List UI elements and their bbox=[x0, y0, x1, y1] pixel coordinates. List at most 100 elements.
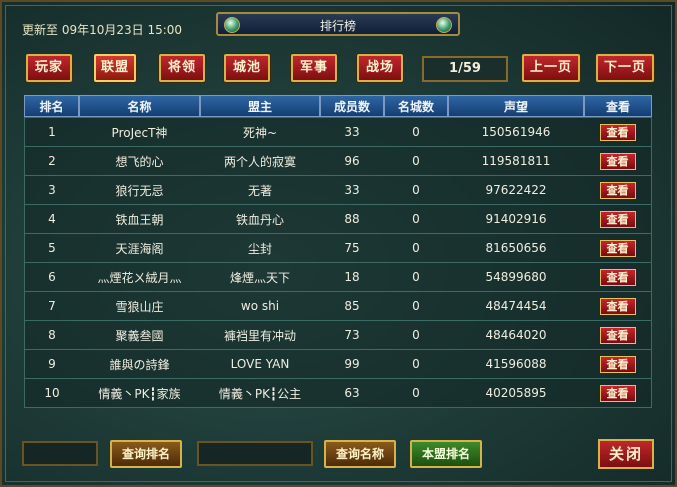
members-cell: 85 bbox=[320, 291, 384, 320]
table-header-row: 排名 名称 盟主 成员数 名城数 声望 查看 bbox=[24, 95, 652, 117]
name-query-input[interactable] bbox=[197, 441, 313, 466]
table-row: 4 铁血王朝 铁血丹心 88 0 91402916 查看 bbox=[24, 204, 652, 233]
members-cell: 18 bbox=[320, 262, 384, 291]
view-button[interactable]: 查看 bbox=[599, 181, 636, 199]
prestige-cell: 119581811 bbox=[448, 146, 584, 175]
rank-cell: 5 bbox=[24, 233, 79, 262]
alliance-name-cell: 想飞的心 bbox=[79, 146, 200, 175]
view-button[interactable]: 查看 bbox=[599, 355, 636, 373]
view-button[interactable]: 查看 bbox=[599, 268, 636, 286]
cities-cell: 0 bbox=[384, 291, 448, 320]
leader-cell: wo shi bbox=[200, 291, 320, 320]
table-row: 5 天涯海阁 尘封 75 0 81650656 查看 bbox=[24, 233, 652, 262]
leader-cell: 铁血丹心 bbox=[200, 204, 320, 233]
members-cell: 96 bbox=[320, 146, 384, 175]
view-cell: 查看 bbox=[584, 146, 652, 175]
table-row: 1 ProJecT神 死神~ 33 0 150561946 查看 bbox=[24, 117, 652, 146]
rank-cell: 9 bbox=[24, 349, 79, 378]
cities-cell: 0 bbox=[384, 204, 448, 233]
prestige-cell: 150561946 bbox=[448, 117, 584, 146]
rank-cell: 8 bbox=[24, 320, 79, 349]
rank-cell: 1 bbox=[24, 117, 79, 146]
view-cell: 查看 bbox=[584, 378, 652, 408]
leader-cell: 情義丶PK┇公主 bbox=[200, 378, 320, 408]
members-cell: 73 bbox=[320, 320, 384, 349]
table-row: 7 雪狼山庄 wo shi 85 0 48474454 查看 bbox=[24, 291, 652, 320]
jade-ornament-icon bbox=[436, 17, 452, 33]
view-cell: 查看 bbox=[584, 349, 652, 378]
query-name-button[interactable]: 查询名称 bbox=[324, 440, 396, 468]
tab-players[interactable]: 玩家 bbox=[26, 54, 72, 82]
alliance-name-cell: 聚義叁國 bbox=[79, 320, 200, 349]
alliance-name-cell: 铁血王朝 bbox=[79, 204, 200, 233]
leader-cell: 褲裆里有冲动 bbox=[200, 320, 320, 349]
page-indicator: 1/59 bbox=[422, 56, 508, 82]
prestige-cell: 41596088 bbox=[448, 349, 584, 378]
query-rank-button[interactable]: 查询排名 bbox=[110, 440, 182, 468]
prestige-cell: 81650656 bbox=[448, 233, 584, 262]
column-header-prestige: 声望 bbox=[448, 95, 584, 117]
tab-alliance[interactable]: 联盟 bbox=[94, 54, 136, 82]
close-button[interactable]: 关闭 bbox=[598, 439, 654, 469]
column-header-rank: 排名 bbox=[24, 95, 79, 117]
view-button[interactable]: 查看 bbox=[599, 384, 636, 402]
rank-cell: 10 bbox=[24, 378, 79, 408]
leader-cell: 尘封 bbox=[200, 233, 320, 262]
column-header-leader: 盟主 bbox=[200, 95, 320, 117]
view-cell: 查看 bbox=[584, 117, 652, 146]
alliance-name-cell: 狼行无忌 bbox=[79, 175, 200, 204]
leader-cell: LOVE YAN bbox=[200, 349, 320, 378]
cities-cell: 0 bbox=[384, 175, 448, 204]
prestige-cell: 54899680 bbox=[448, 262, 584, 291]
view-button[interactable]: 查看 bbox=[599, 152, 636, 170]
ranking-table: 排名 名称 盟主 成员数 名城数 声望 查看 1 ProJecT神 死神~ 33… bbox=[24, 95, 652, 408]
view-button[interactable]: 查看 bbox=[599, 326, 636, 344]
view-cell: 查看 bbox=[584, 175, 652, 204]
column-header-cities: 名城数 bbox=[384, 95, 448, 117]
view-button[interactable]: 查看 bbox=[599, 239, 636, 257]
view-cell: 查看 bbox=[584, 204, 652, 233]
next-page-button[interactable]: 下一页 bbox=[596, 54, 654, 82]
rank-cell: 4 bbox=[24, 204, 79, 233]
prestige-cell: 48474454 bbox=[448, 291, 584, 320]
members-cell: 75 bbox=[320, 233, 384, 262]
leader-cell: 烽煙灬天下 bbox=[200, 262, 320, 291]
cities-cell: 0 bbox=[384, 262, 448, 291]
tab-cities[interactable]: 城池 bbox=[224, 54, 270, 82]
view-cell: 查看 bbox=[584, 320, 652, 349]
prestige-cell: 91402916 bbox=[448, 204, 584, 233]
tab-military[interactable]: 军事 bbox=[291, 54, 337, 82]
alliance-name-cell: ProJecT神 bbox=[79, 117, 200, 146]
my-alliance-rank-button[interactable]: 本盟排名 bbox=[410, 440, 482, 468]
members-cell: 63 bbox=[320, 378, 384, 408]
members-cell: 99 bbox=[320, 349, 384, 378]
prev-page-button[interactable]: 上一页 bbox=[522, 54, 580, 82]
members-cell: 33 bbox=[320, 175, 384, 204]
ranking-window: 更新至 09年10月23日 15:00 排行榜 玩家 联盟 将领 城池 军事 战… bbox=[0, 0, 677, 487]
rank-cell: 2 bbox=[24, 146, 79, 175]
members-cell: 88 bbox=[320, 204, 384, 233]
table-row: 3 狼行无忌 无著 33 0 97622422 查看 bbox=[24, 175, 652, 204]
column-header-members: 成员数 bbox=[320, 95, 384, 117]
leader-cell: 两个人的寂寞 bbox=[200, 146, 320, 175]
alliance-name-cell: 情義丶PK┇家族 bbox=[79, 378, 200, 408]
cities-cell: 0 bbox=[384, 146, 448, 175]
tab-generals[interactable]: 将领 bbox=[159, 54, 205, 82]
view-button[interactable]: 查看 bbox=[599, 123, 636, 141]
column-header-view: 查看 bbox=[584, 95, 652, 117]
view-button[interactable]: 查看 bbox=[599, 297, 636, 315]
cities-cell: 0 bbox=[384, 117, 448, 146]
cities-cell: 0 bbox=[384, 320, 448, 349]
view-cell: 查看 bbox=[584, 233, 652, 262]
prestige-cell: 48464020 bbox=[448, 320, 584, 349]
view-button[interactable]: 查看 bbox=[599, 210, 636, 228]
rank-query-input[interactable] bbox=[22, 441, 98, 466]
update-time-label: 更新至 09年10月23日 15:00 bbox=[22, 23, 183, 37]
title-bar: 排行榜 bbox=[216, 12, 460, 36]
alliance-name-cell: 灬煙花ㄨ絨月灬 bbox=[79, 262, 200, 291]
tab-battlefield[interactable]: 战场 bbox=[357, 54, 403, 82]
cities-cell: 0 bbox=[384, 233, 448, 262]
prestige-cell: 97622422 bbox=[448, 175, 584, 204]
leader-cell: 死神~ bbox=[200, 117, 320, 146]
column-header-name: 名称 bbox=[79, 95, 200, 117]
